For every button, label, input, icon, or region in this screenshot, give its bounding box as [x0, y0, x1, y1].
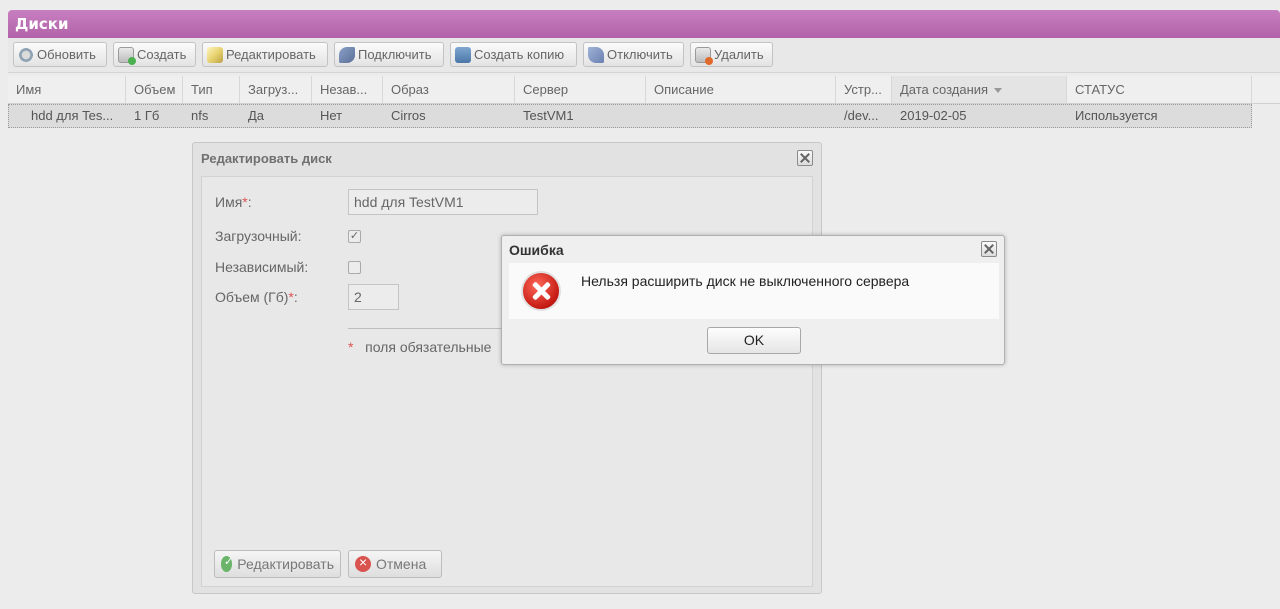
column-header-size[interactable]: Объем — [126, 76, 183, 103]
disk-add-icon — [118, 46, 136, 65]
edit-disk-dialog: Редактировать диск Имя*: hdd для TestVM1… — [192, 142, 822, 594]
error-dialog-body: Нельзя расширить диск не выключенного се… — [509, 263, 999, 319]
cell-type: nfs — [191, 108, 209, 123]
column-header-server[interactable]: Сервер — [515, 76, 646, 103]
unplug-icon — [588, 46, 604, 63]
required-note: * поля обязательные — [348, 339, 491, 355]
copy-icon — [455, 46, 471, 63]
size-label-text: Объем (Гб) — [215, 289, 289, 305]
save-label: Редактировать — [237, 556, 334, 572]
error-icon — [521, 271, 561, 311]
created-date-label: Дата создания — [900, 82, 989, 97]
cell-status: Используется — [1075, 108, 1158, 123]
delete-button[interactable]: Удалить — [690, 42, 773, 67]
ok-button[interactable]: OK — [707, 327, 801, 354]
create-button[interactable]: Создать — [113, 42, 196, 67]
checkmark-icon: ✓ — [349, 230, 360, 242]
column-header-type[interactable]: Тип — [183, 76, 240, 103]
column-header-description[interactable]: Описание — [646, 76, 836, 103]
cancel-button[interactable]: Отмена — [348, 550, 442, 578]
bootable-checkbox[interactable]: ✓ — [348, 230, 361, 243]
toolbar: Обновить Создать Редактировать Подключит… — [8, 38, 1280, 73]
refresh-button[interactable]: Обновить — [13, 42, 107, 67]
name-label-text: Имя — [215, 194, 243, 210]
cell-created-date: 2019-02-05 — [900, 108, 967, 123]
required-mark: * — [348, 339, 354, 355]
error-message: Нельзя расширить диск не выключенного се… — [581, 273, 910, 289]
size-input[interactable]: 2 — [348, 284, 399, 310]
edit-icon — [207, 46, 223, 63]
size-colon: : — [293, 289, 298, 305]
create-label: Создать — [137, 47, 187, 62]
cell-bootable: Да — [248, 108, 265, 123]
delete-label: Удалить — [714, 47, 764, 62]
ok-check-icon — [221, 555, 234, 572]
cell-image: Cirros — [391, 108, 426, 123]
plug-icon — [339, 46, 355, 63]
cancel-label: Отмена — [376, 556, 427, 572]
disconnect-label: Отключить — [607, 47, 673, 62]
cell-server: TestVM1 — [523, 108, 574, 123]
cell-name: hdd для Tes... — [31, 108, 114, 123]
required-note-text: поля обязательные — [365, 339, 492, 355]
independent-label: Независимый: — [215, 259, 309, 275]
connect-button[interactable]: Подключить — [334, 42, 444, 67]
error-dialog-close-icon[interactable] — [981, 241, 997, 257]
name-input[interactable]: hdd для TestVM1 — [348, 189, 538, 215]
column-header-name[interactable]: Имя — [8, 76, 126, 103]
independent-checkbox[interactable] — [348, 261, 361, 274]
table-row[interactable]: hdd для Tes... 1 Гб nfs Да Нет Cirros Te… — [8, 104, 1252, 128]
column-header-independent[interactable]: Незав... — [312, 76, 383, 103]
create-copy-label: Создать копию — [474, 47, 565, 62]
name-colon: : — [247, 194, 252, 210]
refresh-label: Обновить — [37, 47, 96, 62]
panel-header: Диски — [8, 10, 1280, 38]
cell-device: /dev... — [844, 108, 879, 123]
edit-button[interactable]: Редактировать — [202, 42, 328, 67]
error-dialog: Ошибка Нельзя расширить диск не выключен… — [501, 235, 1005, 365]
cell-independent: Нет — [320, 108, 343, 123]
sort-descending-icon — [994, 88, 1003, 94]
refresh-icon — [18, 46, 34, 63]
edit-label: Редактировать — [226, 47, 316, 62]
bootable-label: Загрузочный: — [215, 228, 302, 244]
error-dialog-title: Ошибка — [509, 242, 564, 258]
panel-title: Диски — [15, 15, 69, 33]
grid-header: Имя Объем Тип Загруз... Незав... Образ С… — [8, 76, 1280, 104]
connect-label: Подключить — [358, 47, 432, 62]
cell-description — [646, 105, 836, 127]
column-header-created-date[interactable]: Дата создания — [892, 76, 1067, 103]
column-header-image[interactable]: Образ — [383, 76, 515, 103]
column-header-bootable[interactable]: Загруз... — [240, 76, 312, 103]
column-header-status[interactable]: СТАТУС — [1067, 76, 1252, 103]
edit-dialog-title: Редактировать диск — [201, 151, 332, 166]
create-copy-button[interactable]: Создать копию — [450, 42, 577, 67]
cancel-icon — [355, 554, 371, 572]
cell-size: 1 Гб — [134, 108, 160, 123]
disk-delete-icon — [695, 46, 713, 65]
name-field-label: Имя*: — [215, 194, 252, 210]
save-button[interactable]: Редактировать — [214, 550, 341, 578]
disconnect-button[interactable]: Отключить — [583, 42, 684, 67]
edit-dialog-close-icon[interactable] — [797, 150, 813, 166]
size-field-label: Объем (Гб)*: — [215, 289, 298, 305]
column-header-device[interactable]: Устр... — [836, 76, 892, 103]
